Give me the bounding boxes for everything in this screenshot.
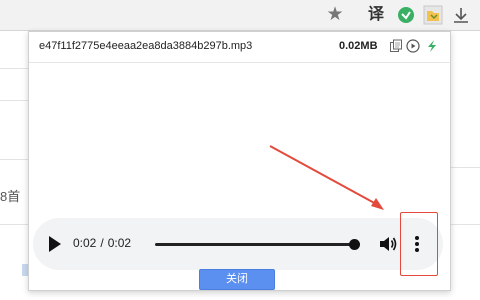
translate-icon[interactable]: 译 <box>366 5 386 25</box>
audio-player: 0:02/0:02 <box>33 218 443 270</box>
divider <box>0 159 30 160</box>
time-display: 0:02/0:02 <box>73 236 131 250</box>
divider <box>448 167 480 168</box>
seek-thumb[interactable] <box>349 239 360 250</box>
download-arrow-icon[interactable] <box>425 39 439 53</box>
file-size: 0.02MB <box>339 40 378 52</box>
current-time: 0:02 <box>73 236 97 250</box>
volume-icon[interactable] <box>378 234 398 254</box>
bookmark-star-icon[interactable]: ★ <box>325 5 345 25</box>
play-button[interactable] <box>49 236 61 252</box>
close-button[interactable]: 关闭 <box>199 269 275 290</box>
file-name: e47f11f2775e4eeaa2ea8da3884b297b.mp3 <box>39 40 253 52</box>
time-separator: / <box>100 236 104 250</box>
divider <box>0 68 30 69</box>
divider <box>0 224 30 225</box>
background-text: 8首 <box>0 189 21 204</box>
browser-toolbar: ★ 译 <box>0 0 480 31</box>
extension-green-icon[interactable] <box>396 5 416 25</box>
download-icon[interactable] <box>451 5 471 25</box>
seek-bar[interactable] <box>155 243 355 246</box>
extension-download-helper-icon[interactable] <box>423 5 443 25</box>
play-circle-icon[interactable] <box>406 39 420 53</box>
file-header: e47f11f2775e4eeaa2ea8da3884b297b.mp3 0.0… <box>29 32 450 63</box>
audio-preview-popup: e47f11f2775e4eeaa2ea8da3884b297b.mp3 0.0… <box>28 31 451 291</box>
annotation-highlight-box <box>400 212 438 276</box>
divider <box>0 100 30 101</box>
duration: 0:02 <box>107 236 132 250</box>
copy-link-icon[interactable] <box>389 39 403 53</box>
divider <box>448 224 480 225</box>
